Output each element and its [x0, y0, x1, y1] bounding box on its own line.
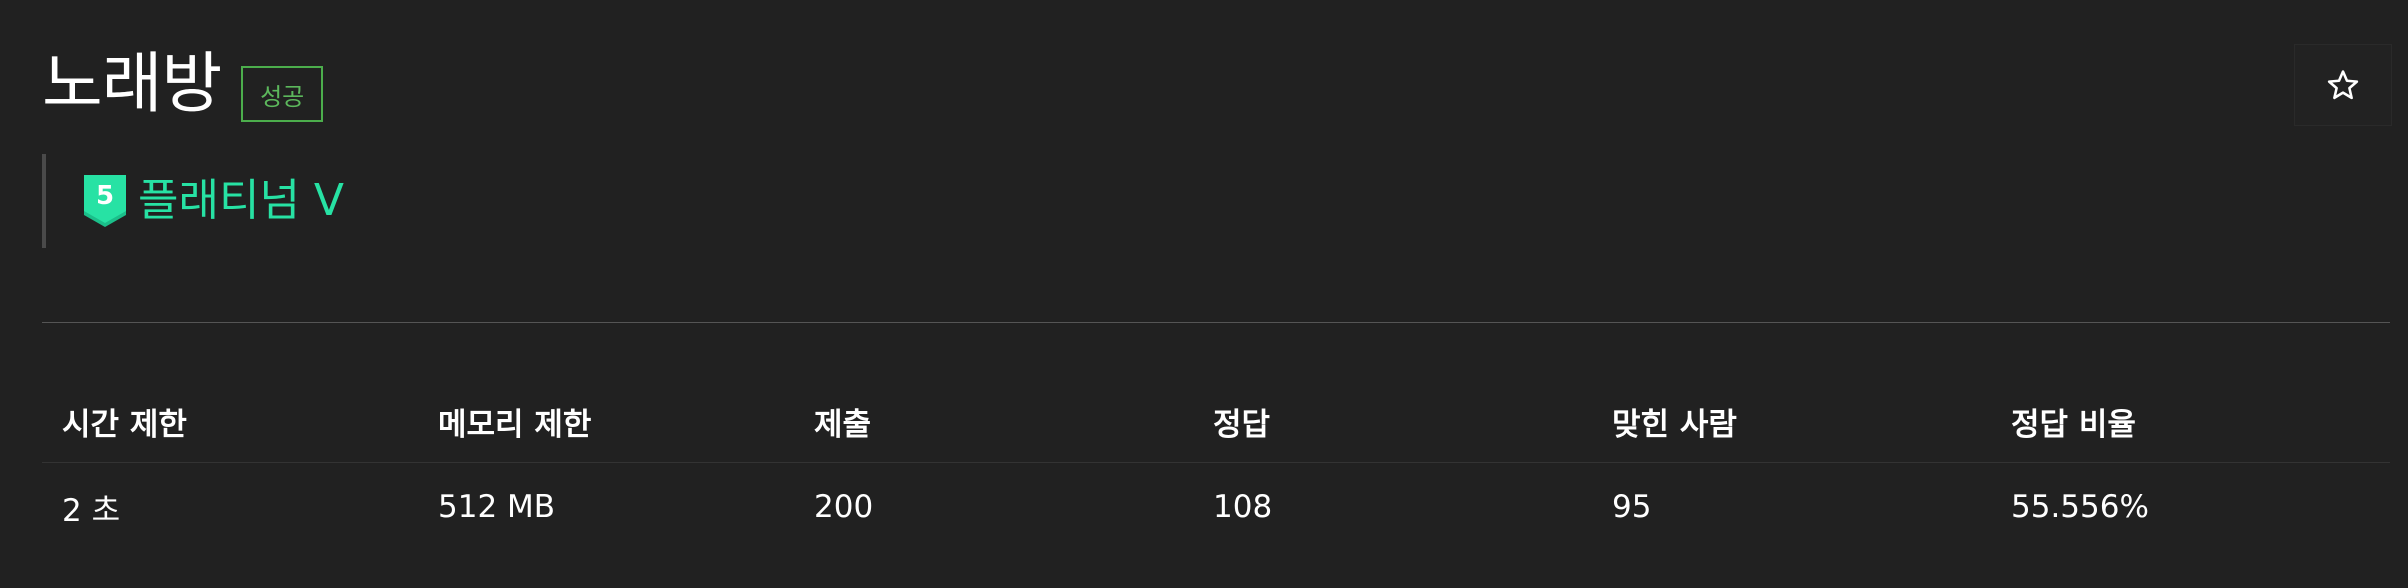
header-submissions: 제출	[794, 380, 1193, 463]
tier-block: 5 플래티넘 V	[42, 154, 344, 248]
problem-title: 노래방	[42, 45, 222, 122]
tier-badge-icon: 5	[84, 175, 126, 227]
favorite-button[interactable]	[2294, 44, 2392, 126]
value-time-limit: 2 초	[62, 492, 121, 529]
value-solved-users: 95	[1612, 489, 1652, 525]
title-row: 노래방 성공	[42, 44, 324, 124]
header-accept-ratio: 정답 비율	[1991, 380, 2390, 463]
header-accepted: 정답	[1193, 380, 1592, 463]
status-badge: 성공	[241, 66, 324, 122]
star-outline-icon	[2327, 70, 2359, 100]
header-time-limit: 시간 제한	[42, 380, 418, 463]
problem-stats-table: 시간 제한 메모리 제한 제출 정답 맞힌 사람 정답 비율 2 초 512 M…	[42, 380, 2390, 551]
stats-header-row: 시간 제한 메모리 제한 제출 정답 맞힌 사람 정답 비율	[42, 380, 2390, 463]
tier-label: 플래티넘 V	[138, 175, 345, 226]
tier-badge-number: 5	[96, 181, 114, 211]
problem-header-page: 노래방 성공 5 플래티넘 V 시간 제한 메모리 제한 제출 정답 맞힌 사람…	[0, 0, 2408, 588]
value-submissions: 200	[814, 489, 874, 525]
header-divider	[42, 322, 2390, 323]
value-memory-limit: 512 MB	[438, 489, 556, 525]
value-accept-ratio: 55.556%	[2011, 489, 2149, 525]
value-accepted: 108	[1213, 489, 1273, 525]
stats-value-row: 2 초 512 MB 200 108 95 55.556%	[42, 463, 2390, 552]
header-solved-users: 맞힌 사람	[1592, 380, 1991, 463]
header-memory-limit: 메모리 제한	[418, 380, 794, 463]
